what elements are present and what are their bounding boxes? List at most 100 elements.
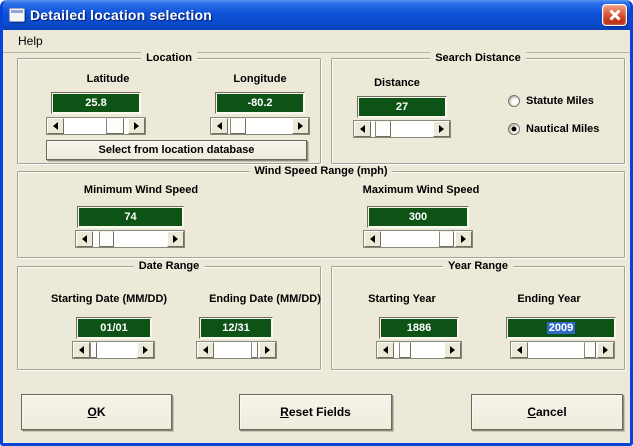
scroll-track[interactable] <box>64 118 128 134</box>
wind-speed-group: Wind Speed Range (mph) Minimum Wind Spee… <box>17 171 625 258</box>
ending-year-label: Ending Year <box>489 293 609 305</box>
radio-button-icon <box>508 95 520 107</box>
scroll-right-arrow-icon[interactable] <box>444 342 461 358</box>
ending-year-scrollbar[interactable] <box>510 341 615 359</box>
ok-button-label: K <box>97 405 106 419</box>
starting-date-value: 01/01 <box>78 319 150 337</box>
dialog-window: Detailed location selection Help Locatio… <box>0 0 633 446</box>
close-icon[interactable] <box>602 4 627 26</box>
max-wind-speed-value-field[interactable]: 300 <box>367 206 469 228</box>
ok-button-accel: O <box>87 405 96 419</box>
titlebar[interactable]: Detailed location selection <box>0 0 633 30</box>
ending-year-field: 2009 <box>508 319 614 337</box>
scroll-track[interactable] <box>93 231 167 247</box>
scroll-thumb[interactable] <box>439 231 453 247</box>
scroll-right-arrow-icon[interactable] <box>433 121 450 137</box>
scroll-track[interactable] <box>228 118 292 134</box>
distance-scrollbar[interactable] <box>353 120 451 138</box>
reset-button-label: eset Fields <box>289 405 351 419</box>
scroll-thumb[interactable] <box>375 121 392 137</box>
scroll-right-arrow-icon[interactable] <box>597 342 614 358</box>
scroll-thumb[interactable] <box>99 231 114 247</box>
distance-value-field[interactable]: 27 <box>357 96 447 118</box>
starting-year-label: Starting Year <box>342 293 462 305</box>
starting-year-scrollbar[interactable] <box>376 341 462 359</box>
scroll-thumb[interactable] <box>399 342 412 358</box>
radio-statute-miles[interactable]: Statute Miles <box>508 95 594 107</box>
menu-help[interactable]: Help <box>12 32 49 50</box>
window-icon <box>9 8 25 22</box>
search-distance-group: Search Distance Distance 27 Statute Mile… <box>331 58 625 164</box>
scroll-left-arrow-icon[interactable] <box>377 342 394 358</box>
scroll-right-arrow-icon[interactable] <box>455 231 472 247</box>
reset-fields-button[interactable]: Reset Fields <box>239 394 392 430</box>
scroll-left-arrow-icon[interactable] <box>47 118 64 134</box>
latitude-value: 25.8 <box>53 94 139 112</box>
min-wind-speed-value-field[interactable]: 74 <box>77 206 184 228</box>
scroll-right-arrow-icon[interactable] <box>128 118 145 134</box>
select-location-database-button[interactable]: Select from location database <box>46 140 307 160</box>
scroll-right-arrow-icon[interactable] <box>292 118 309 134</box>
distance-value: 27 <box>359 98 445 116</box>
ending-date-value: 12/31 <box>201 319 271 337</box>
latitude-scrollbar[interactable] <box>46 117 146 135</box>
scroll-track[interactable] <box>90 342 137 358</box>
scroll-thumb[interactable] <box>230 118 246 134</box>
min-wind-speed-label: Minimum Wind Speed <box>61 184 221 196</box>
radio-nautical-miles[interactable]: Nautical Miles <box>508 123 599 135</box>
starting-date-label: Starting Date (MM/DD) <box>34 293 184 305</box>
location-group: Location Latitude 25.8 Longitude -80.2 S… <box>17 58 321 164</box>
year-range-group: Year Range Starting Year 1886 Ending Yea… <box>331 266 625 370</box>
ending-year-value-field[interactable]: 2009 <box>506 317 616 339</box>
longitude-label: Longitude <box>200 73 320 85</box>
scroll-thumb[interactable] <box>90 342 97 358</box>
scroll-left-arrow-icon[interactable] <box>73 342 90 358</box>
select-location-database-label: Select from location database <box>99 144 255 156</box>
scroll-left-arrow-icon[interactable] <box>211 118 228 134</box>
scroll-track[interactable] <box>214 342 259 358</box>
window-title: Detailed location selection <box>30 7 602 23</box>
scroll-right-arrow-icon[interactable] <box>137 342 154 358</box>
scroll-left-arrow-icon[interactable] <box>354 121 371 137</box>
scroll-thumb[interactable] <box>584 342 596 358</box>
ending-year-value: 2009 <box>547 322 575 334</box>
latitude-value-field[interactable]: 25.8 <box>51 92 141 114</box>
ending-date-scrollbar[interactable] <box>196 341 277 359</box>
scroll-left-arrow-icon[interactable] <box>511 342 528 358</box>
scroll-left-arrow-icon[interactable] <box>197 342 214 358</box>
ending-date-value-field[interactable]: 12/31 <box>199 317 273 339</box>
cancel-button[interactable]: Cancel <box>471 394 623 430</box>
longitude-value: -80.2 <box>217 94 303 112</box>
statute-miles-label: Statute Miles <box>526 95 594 107</box>
ending-date-label: Ending Date (MM/DD) <box>190 293 340 305</box>
location-group-title: Location <box>141 52 197 64</box>
max-wind-speed-scrollbar[interactable] <box>363 230 473 248</box>
distance-label: Distance <box>342 77 452 89</box>
starting-date-scrollbar[interactable] <box>72 341 155 359</box>
max-wind-speed-value: 300 <box>369 208 467 226</box>
max-wind-speed-label: Maximum Wind Speed <box>341 184 501 196</box>
scroll-left-arrow-icon[interactable] <box>76 231 93 247</box>
cancel-button-accel: C <box>527 405 536 419</box>
scroll-track[interactable] <box>528 342 597 358</box>
ok-button[interactable]: OK <box>21 394 172 430</box>
scroll-track[interactable] <box>371 121 433 137</box>
scroll-left-arrow-icon[interactable] <box>364 231 381 247</box>
scroll-right-arrow-icon[interactable] <box>259 342 276 358</box>
min-wind-speed-scrollbar[interactable] <box>75 230 185 248</box>
longitude-scrollbar[interactable] <box>210 117 310 135</box>
nautical-miles-label: Nautical Miles <box>526 123 599 135</box>
scroll-right-arrow-icon[interactable] <box>167 231 184 247</box>
search-distance-group-title: Search Distance <box>430 52 526 64</box>
longitude-value-field[interactable]: -80.2 <box>215 92 305 114</box>
date-range-group-title: Date Range <box>134 260 205 272</box>
scroll-track[interactable] <box>381 231 455 247</box>
reset-button-accel: R <box>280 405 289 419</box>
starting-year-value-field[interactable]: 1886 <box>379 317 459 339</box>
starting-date-value-field[interactable]: 01/01 <box>76 317 152 339</box>
year-range-group-title: Year Range <box>443 260 513 272</box>
scroll-thumb[interactable] <box>251 342 258 358</box>
scroll-thumb[interactable] <box>106 118 124 134</box>
starting-year-value: 1886 <box>381 319 457 337</box>
scroll-track[interactable] <box>394 342 444 358</box>
